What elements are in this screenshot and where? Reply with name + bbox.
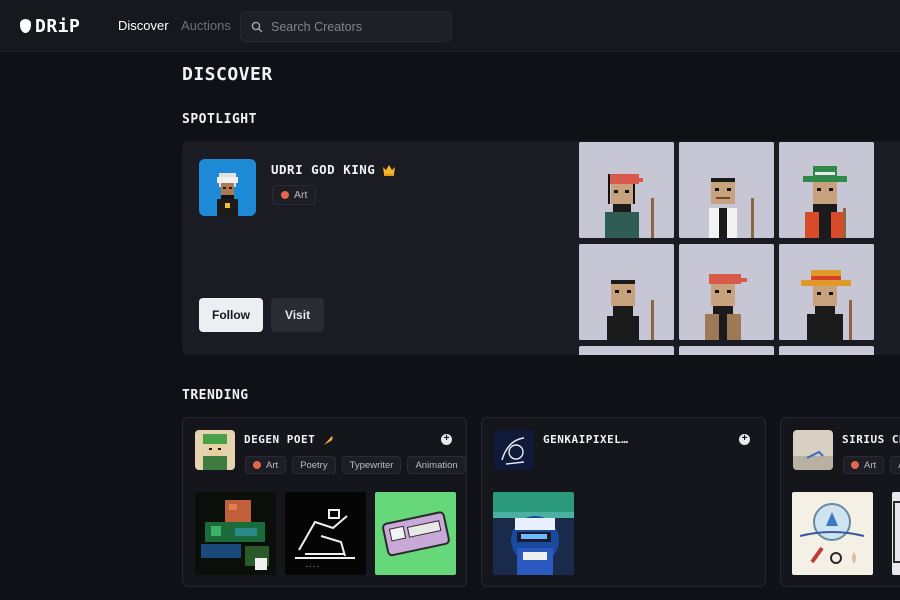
drop-icon [20,19,31,33]
visit-button[interactable]: Visit [271,298,324,332]
tag-art[interactable]: Art [843,456,885,474]
brand-name: DRiP [35,15,81,37]
tag-typewriter[interactable]: Typewriter [341,456,402,474]
tag-list: Art Ani [843,456,900,474]
spotlight-tag-art[interactable]: Art [272,185,317,205]
search-input[interactable] [271,19,441,34]
follow-plus-icon[interactable]: + [739,434,750,445]
crown-icon [383,164,396,176]
tag-list: Art Poetry Typewriter Animation [245,456,466,474]
palette-icon [253,461,261,469]
collection-tile[interactable] [579,142,674,238]
top-bar: DRiP Discover Auctions [0,0,900,52]
tag-animation[interactable]: Animation [407,456,466,474]
tag-art[interactable]: Art [245,456,287,474]
creator-name-row: SIRIUS CR [842,433,900,446]
creator-name[interactable]: GENKAIPIXEL… [543,433,628,446]
tag-label: Art [864,459,877,471]
artwork-thumbnail[interactable] [892,492,900,575]
creator-avatar[interactable] [195,430,235,470]
collection-tile[interactable] [679,244,774,340]
artwork-thumbnail[interactable] [375,492,456,575]
svg-text:----: ---- [305,563,319,570]
collection-tile[interactable] [579,244,674,340]
creator-avatar[interactable] [793,430,833,470]
nav-discover[interactable]: Discover [118,18,169,33]
collection-tile[interactable] [779,244,874,340]
artwork-thumbnail[interactable] [195,492,276,575]
artwork-thumbnail[interactable]: ---- [285,492,366,575]
spotlight-heading: SPOTLIGHT [182,112,257,127]
spotlight-creator-name[interactable]: UDRI GOD KING [271,162,375,177]
artwork-thumbnail[interactable] [493,492,574,575]
collection-tile[interactable] [679,142,774,238]
artwork-thumbnail[interactable] [792,492,873,575]
drip-logo[interactable]: DRiP [20,15,80,37]
spotlight-creator-row: UDRI GOD KING [271,162,396,177]
search-box[interactable] [240,11,452,42]
tag-label: Art [266,459,279,471]
feather-icon [324,435,333,445]
search-icon [251,21,263,32]
tag-animation[interactable]: Ani [890,456,900,474]
tag-poetry[interactable]: Poetry [292,456,336,474]
creator-avatar[interactable] [494,430,534,470]
creator-name[interactable]: DEGEN POET [244,433,315,446]
nav-auctions[interactable]: Auctions [181,18,231,33]
palette-icon [281,191,289,199]
collection-tile[interactable] [779,346,874,355]
tag-label: Art [294,189,308,201]
follow-plus-icon[interactable]: + [441,434,452,445]
trending-card[interactable]: GENKAIPIXEL… + [481,417,766,587]
spotlight-card[interactable]: UDRI GOD KING Art Follow Visit [182,141,900,355]
spotlight-avatar[interactable] [199,159,256,216]
creator-name-row: DEGEN POET [244,433,334,446]
trending-card[interactable]: SIRIUS CR Art Ani [780,417,900,587]
palette-icon [851,461,859,469]
page-title: DISCOVER [182,64,273,85]
collection-tile[interactable] [579,346,674,355]
spotlight-collection-grid [579,141,879,355]
trending-card[interactable]: DEGEN POET + Art Poetry Typewriter Anima… [182,417,467,587]
trending-heading: TRENDING [182,388,249,403]
creator-name-row: GENKAIPIXEL… [543,433,628,446]
collection-tile[interactable] [779,142,874,238]
creator-name[interactable]: SIRIUS CR [842,433,900,446]
follow-button[interactable]: Follow [199,298,263,332]
next-spotlight-card-peek[interactable] [888,141,900,355]
collection-tile[interactable] [679,346,774,355]
